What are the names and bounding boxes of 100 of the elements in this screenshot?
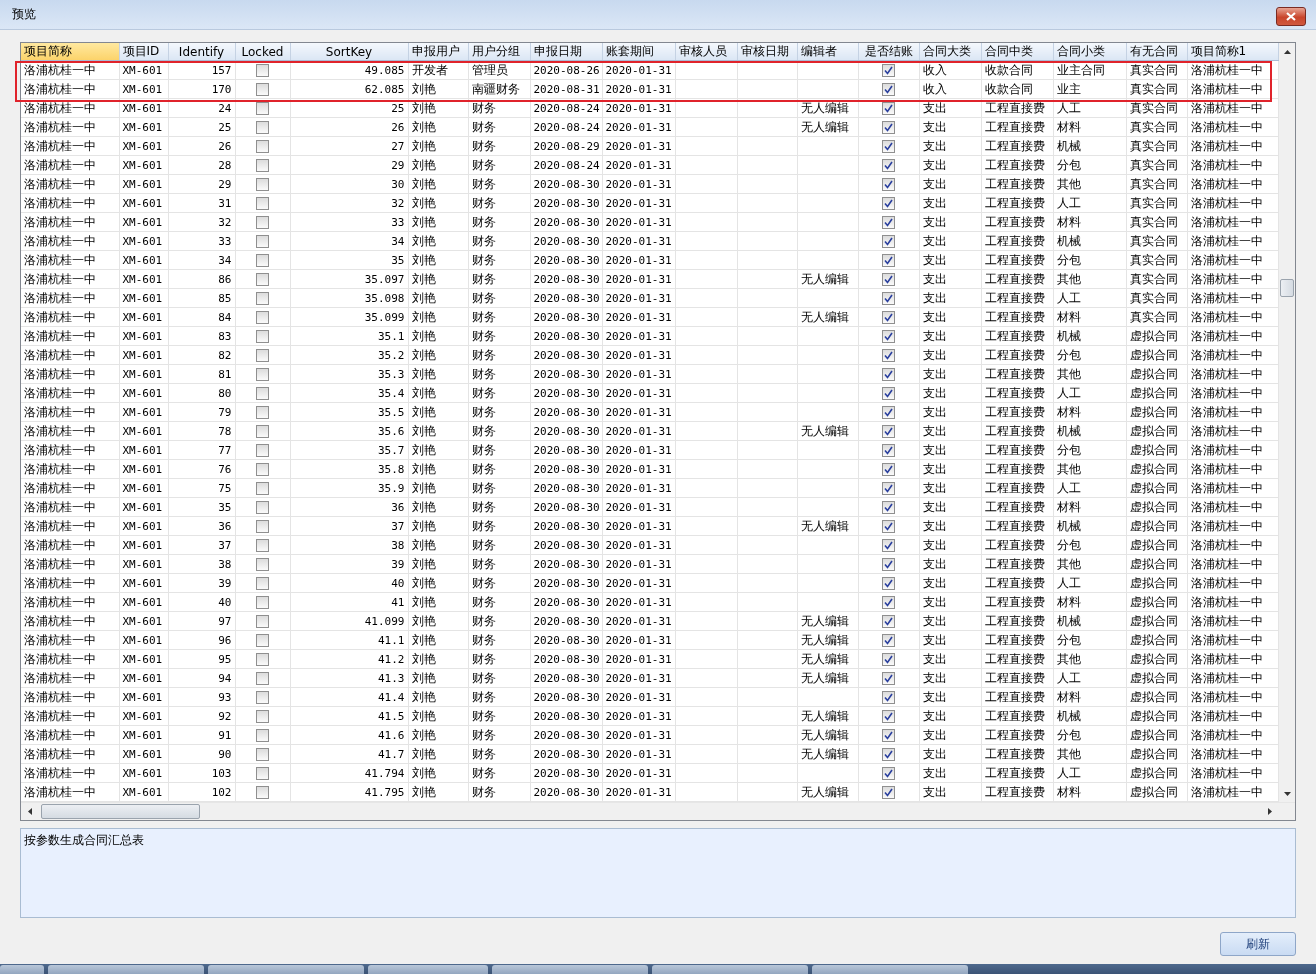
checkbox[interactable] (256, 596, 269, 609)
checkbox[interactable] (882, 349, 895, 362)
checkbox[interactable] (882, 520, 895, 533)
column-header[interactable]: 合同大类 (919, 43, 981, 61)
checkbox[interactable] (256, 748, 269, 761)
checkbox[interactable] (256, 558, 269, 571)
checkbox[interactable] (882, 748, 895, 761)
checkbox[interactable] (256, 653, 269, 666)
checkbox[interactable] (256, 387, 269, 400)
checkbox[interactable] (882, 330, 895, 343)
checkbox[interactable] (256, 349, 269, 362)
checkbox[interactable] (882, 64, 895, 77)
memo-field[interactable]: 按参数生成合同汇总表 (20, 828, 1296, 918)
start-button[interactable] (0, 965, 44, 974)
checkbox[interactable] (882, 140, 895, 153)
checkbox[interactable] (256, 64, 269, 77)
checkbox[interactable] (256, 292, 269, 305)
column-header[interactable]: 审核人员 (675, 43, 737, 61)
checkbox[interactable] (256, 254, 269, 267)
checkbox[interactable] (256, 786, 269, 799)
column-header[interactable]: 项目简称 (21, 43, 119, 61)
checkbox[interactable] (882, 634, 895, 647)
checkbox[interactable] (882, 653, 895, 666)
checkbox[interactable] (256, 121, 269, 134)
checkbox[interactable] (256, 710, 269, 723)
checkbox[interactable] (882, 197, 895, 210)
column-header[interactable]: 用户分组 (468, 43, 530, 61)
checkbox[interactable] (882, 482, 895, 495)
checkbox[interactable] (256, 691, 269, 704)
checkbox[interactable] (256, 330, 269, 343)
checkbox[interactable] (882, 387, 895, 400)
checkbox[interactable] (882, 691, 895, 704)
column-header[interactable]: 项目ID (119, 43, 168, 61)
checkbox[interactable] (882, 577, 895, 590)
checkbox[interactable] (882, 406, 895, 419)
checkbox[interactable] (882, 463, 895, 476)
checkbox[interactable] (882, 558, 895, 571)
checkbox[interactable] (256, 463, 269, 476)
checkbox[interactable] (882, 710, 895, 723)
checkbox[interactable] (256, 178, 269, 191)
column-header[interactable]: 合同小类 (1053, 43, 1126, 61)
scroll-up-icon[interactable] (1283, 49, 1291, 54)
checkbox[interactable] (256, 444, 269, 457)
checkbox[interactable] (256, 482, 269, 495)
checkbox[interactable] (256, 102, 269, 115)
checkbox[interactable] (882, 216, 895, 229)
column-header[interactable]: 项目简称1 (1187, 43, 1278, 61)
column-header[interactable]: 编辑者 (797, 43, 858, 61)
checkbox[interactable] (882, 425, 895, 438)
checkbox[interactable] (256, 520, 269, 533)
scroll-down-icon[interactable] (1283, 791, 1291, 796)
column-header[interactable]: Identify (168, 43, 235, 61)
column-header[interactable]: 申报日期 (530, 43, 602, 61)
column-header[interactable]: 审核日期 (737, 43, 797, 61)
checkbox[interactable] (256, 767, 269, 780)
column-header[interactable]: 是否结账 (858, 43, 919, 61)
checkbox[interactable] (256, 197, 269, 210)
scroll-right-icon[interactable] (1267, 808, 1272, 815)
checkbox[interactable] (256, 672, 269, 685)
checkbox[interactable] (256, 368, 269, 381)
checkbox[interactable] (882, 368, 895, 381)
checkbox[interactable] (256, 83, 269, 96)
checkbox[interactable] (256, 140, 269, 153)
checkbox[interactable] (256, 501, 269, 514)
checkbox[interactable] (256, 406, 269, 419)
checkbox[interactable] (882, 767, 895, 780)
close-button[interactable] (1276, 7, 1306, 26)
checkbox[interactable] (882, 121, 895, 134)
checkbox[interactable] (882, 729, 895, 742)
column-header[interactable]: 账套期间 (602, 43, 675, 61)
checkbox[interactable] (256, 729, 269, 742)
column-header[interactable]: 申报用户 (408, 43, 468, 61)
checkbox[interactable] (882, 254, 895, 267)
checkbox[interactable] (882, 102, 895, 115)
scroll-thumb[interactable] (1280, 279, 1294, 297)
column-header[interactable]: 有无合同 (1126, 43, 1187, 61)
checkbox[interactable] (882, 311, 895, 324)
checkbox[interactable] (882, 159, 895, 172)
checkbox[interactable] (882, 539, 895, 552)
checkbox[interactable] (882, 235, 895, 248)
column-header[interactable]: SortKey (290, 43, 408, 61)
checkbox[interactable] (882, 672, 895, 685)
column-header[interactable]: Locked (235, 43, 290, 61)
checkbox[interactable] (256, 577, 269, 590)
checkbox[interactable] (256, 425, 269, 438)
checkbox[interactable] (882, 178, 895, 191)
checkbox[interactable] (256, 216, 269, 229)
checkbox[interactable] (256, 273, 269, 286)
checkbox[interactable] (882, 292, 895, 305)
checkbox[interactable] (882, 83, 895, 96)
checkbox[interactable] (256, 235, 269, 248)
refresh-button[interactable]: 刷新 (1220, 932, 1296, 956)
checkbox[interactable] (256, 311, 269, 324)
checkbox[interactable] (256, 159, 269, 172)
checkbox[interactable] (882, 596, 895, 609)
checkbox[interactable] (882, 501, 895, 514)
checkbox[interactable] (256, 634, 269, 647)
checkbox[interactable] (256, 615, 269, 628)
checkbox[interactable] (882, 273, 895, 286)
scroll-left-icon[interactable] (27, 808, 32, 815)
